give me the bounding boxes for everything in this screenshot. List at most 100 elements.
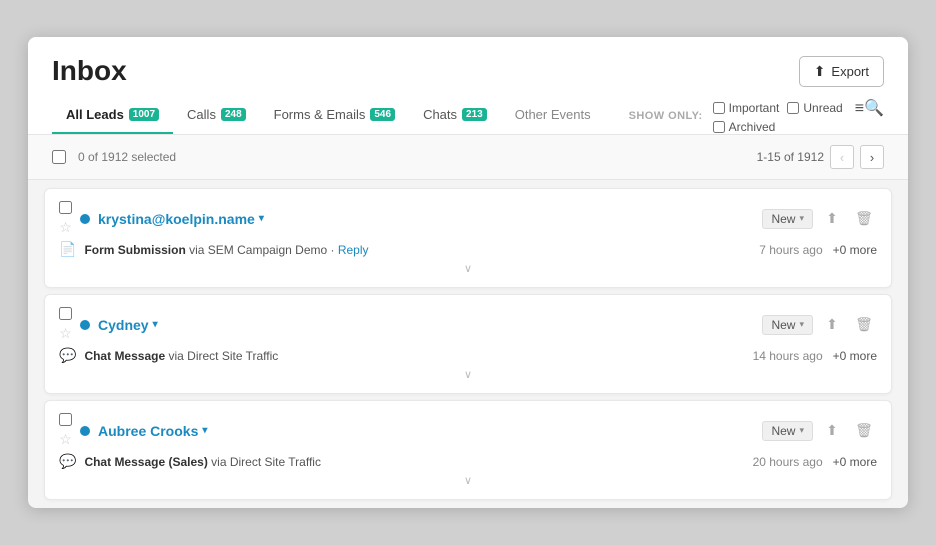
- delete-button[interactable]: 🗑: [851, 418, 877, 444]
- lead-time: 14 hours ago: [753, 349, 823, 363]
- lead-left-col: ☆: [59, 413, 72, 448]
- event-icon: 💬: [59, 453, 76, 470]
- unread-label: Unread: [803, 101, 842, 115]
- unread-dot: [80, 214, 90, 224]
- tab-forms-emails[interactable]: Forms & Emails 546: [260, 97, 409, 134]
- lead-status-label: New: [771, 212, 795, 226]
- toolbar: 0 of 1912 selected 1-15 of 1912 ‹ ›: [28, 135, 908, 180]
- header: Inbox ⬆ Export: [28, 37, 908, 97]
- pagination: 1-15 of 1912 ‹ ›: [757, 145, 884, 169]
- lead-detail-right: 20 hours ago +0 more: [753, 455, 877, 469]
- lead-name-dropdown-icon: ▾: [153, 319, 158, 330]
- lead-detail-left: 📄 Form Submission via SEM Campaign Demo …: [59, 241, 369, 258]
- lead-card: ☆ Cydney ▾ New ▾ ⬆ 🗑: [44, 294, 892, 394]
- lead-row-bottom: 💬 Chat Message via Direct Site Traffic 1…: [59, 347, 877, 364]
- share-button[interactable]: ⬆: [819, 206, 845, 232]
- tab-chats[interactable]: Chats 213: [409, 97, 501, 134]
- lead-card: ☆ krystina@koelpin.name ▾ New ▾ ⬆ 🗑: [44, 188, 892, 288]
- tab-all-leads-badge: 1007: [129, 108, 159, 121]
- lead-actions: New ▾ ⬆ 🗑: [762, 418, 877, 444]
- pagination-info: 1-15 of 1912: [757, 150, 824, 164]
- tab-all-leads-label: All Leads: [66, 107, 124, 122]
- unread-filter[interactable]: Unread: [787, 101, 842, 115]
- lead-row-top: ☆ krystina@koelpin.name ▾ New ▾ ⬆ 🗑: [59, 201, 877, 236]
- lead-status-badge[interactable]: New ▾: [762, 421, 813, 441]
- reply-link[interactable]: Reply: [338, 243, 369, 257]
- expand-icon[interactable]: ∨: [464, 474, 472, 487]
- event-type: Chat Message (Sales): [84, 455, 207, 469]
- tab-calls[interactable]: Calls 248: [173, 97, 260, 134]
- tab-chats-badge: 213: [462, 108, 487, 121]
- delete-button[interactable]: 🗑: [851, 312, 877, 338]
- lead-name[interactable]: krystina@koelpin.name ▾: [98, 211, 264, 227]
- show-only-filters: SHOW ONLY: Important Unread ≡🔍: [629, 98, 884, 134]
- archived-filter[interactable]: Archived: [713, 120, 776, 134]
- more-tag: +0 more: [833, 455, 877, 469]
- export-icon: ⬆: [814, 63, 826, 80]
- lead-row-bottom: 💬 Chat Message (Sales) via Direct Site T…: [59, 453, 877, 470]
- show-only-label: SHOW ONLY:: [629, 110, 703, 122]
- show-only-right: Important Unread ≡🔍 Archived: [713, 98, 884, 134]
- expand-icon[interactable]: ∨: [464, 262, 472, 275]
- share-button[interactable]: ⬆: [819, 312, 845, 338]
- tabs: All Leads 1007 Calls 248 Forms & Emails …: [52, 97, 605, 134]
- tab-other-events[interactable]: Other Events: [501, 97, 605, 134]
- status-dropdown-icon: ▾: [799, 425, 804, 436]
- lead-status-badge[interactable]: New ▾: [762, 315, 813, 335]
- lead-card: ☆ Aubree Crooks ▾ New ▾ ⬆ 🗑: [44, 400, 892, 500]
- unread-dot: [80, 320, 90, 330]
- expand-arrow: ∨: [59, 474, 877, 487]
- lead-name-dropdown-icon: ▾: [259, 213, 264, 224]
- next-page-button[interactable]: ›: [860, 145, 884, 169]
- lead-left: ☆ krystina@koelpin.name ▾: [59, 201, 264, 236]
- filter-icon[interactable]: ≡🔍: [855, 98, 884, 118]
- important-label: Important: [729, 101, 780, 115]
- lead-actions: New ▾ ⬆ 🗑: [762, 312, 877, 338]
- expand-icon[interactable]: ∨: [464, 368, 472, 381]
- page-title: Inbox: [52, 55, 127, 87]
- lead-name-dropdown-icon: ▾: [202, 425, 207, 436]
- selected-count: 0 of 1912 selected: [78, 150, 176, 164]
- archived-label: Archived: [729, 120, 776, 134]
- lead-left: ☆ Cydney ▾: [59, 307, 158, 342]
- important-checkbox[interactable]: [713, 102, 725, 114]
- lead-name[interactable]: Cydney ▾: [98, 317, 158, 333]
- prev-page-button[interactable]: ‹: [830, 145, 854, 169]
- more-tag: +0 more: [833, 243, 877, 257]
- unread-checkbox[interactable]: [787, 102, 799, 114]
- tab-other-events-label: Other Events: [515, 107, 591, 122]
- lead-row-top: ☆ Cydney ▾ New ▾ ⬆ 🗑: [59, 307, 877, 342]
- select-all-checkbox[interactable]: [52, 150, 66, 164]
- status-dropdown-icon: ▾: [799, 213, 804, 224]
- lead-star[interactable]: ☆: [59, 431, 72, 448]
- event-type: Form Submission: [84, 243, 185, 257]
- lead-checkbox[interactable]: [59, 413, 72, 426]
- lead-checkbox[interactable]: [59, 201, 72, 214]
- tab-all-leads[interactable]: All Leads 1007: [52, 97, 173, 134]
- lead-star[interactable]: ☆: [59, 325, 72, 342]
- export-button[interactable]: ⬆ Export: [799, 56, 884, 87]
- delete-button[interactable]: 🗑: [851, 206, 877, 232]
- lead-star[interactable]: ☆: [59, 219, 72, 236]
- lead-detail-right: 14 hours ago +0 more: [753, 349, 877, 363]
- lead-checkbox[interactable]: [59, 307, 72, 320]
- lead-status-badge[interactable]: New ▾: [762, 209, 813, 229]
- lead-actions: New ▾ ⬆ 🗑: [762, 206, 877, 232]
- tabs-bar: All Leads 1007 Calls 248 Forms & Emails …: [28, 97, 908, 135]
- tab-calls-label: Calls: [187, 107, 216, 122]
- archived-checkbox[interactable]: [713, 121, 725, 133]
- lead-detail-left: 💬 Chat Message (Sales) via Direct Site T…: [59, 453, 321, 470]
- tab-forms-emails-label: Forms & Emails: [274, 107, 366, 122]
- important-filter[interactable]: Important: [713, 101, 780, 115]
- lead-row-bottom: 📄 Form Submission via SEM Campaign Demo …: [59, 241, 877, 258]
- tab-chats-label: Chats: [423, 107, 457, 122]
- lead-status-label: New: [771, 318, 795, 332]
- lead-list: ☆ krystina@koelpin.name ▾ New ▾ ⬆ 🗑: [28, 180, 908, 508]
- tab-calls-badge: 248: [221, 108, 246, 121]
- expand-arrow: ∨: [59, 368, 877, 381]
- lead-name[interactable]: Aubree Crooks ▾: [98, 423, 207, 439]
- lead-left-col: ☆: [59, 201, 72, 236]
- expand-arrow: ∨: [59, 262, 877, 275]
- share-button[interactable]: ⬆: [819, 418, 845, 444]
- lead-left-col: ☆: [59, 307, 72, 342]
